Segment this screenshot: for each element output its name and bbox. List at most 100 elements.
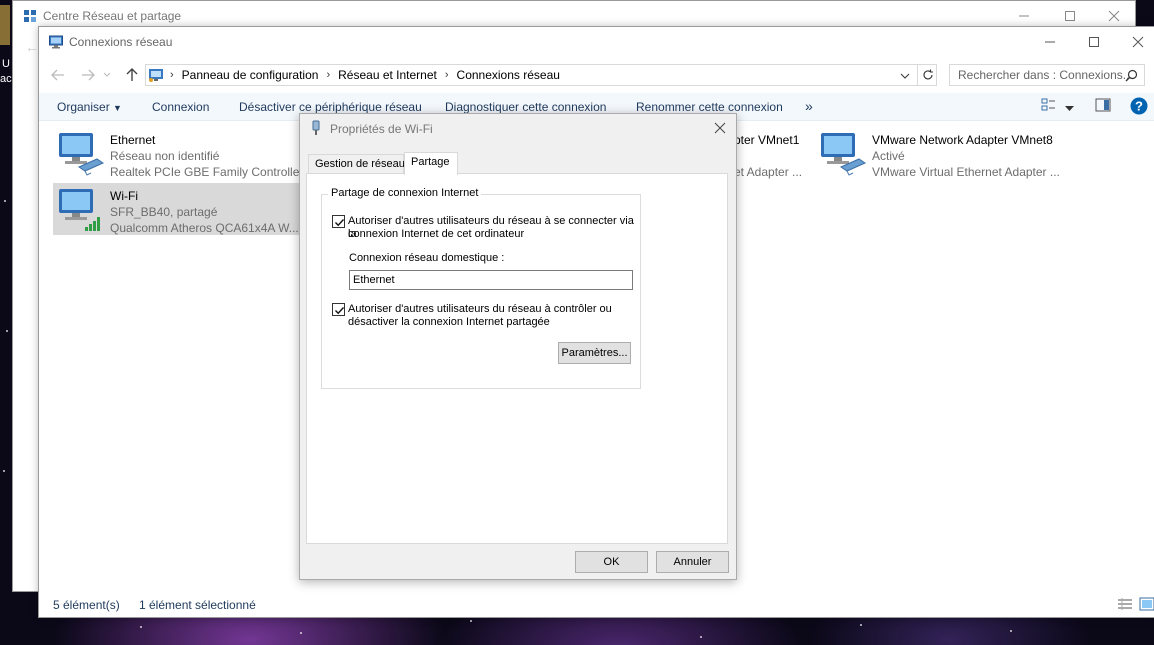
dialog-title: Propriétés de Wi-Fi [330, 122, 433, 136]
search-input[interactable]: Rechercher dans : Connexions... [949, 64, 1145, 86]
connection-name: pter VMnet1 [734, 133, 800, 147]
maximize-icon [1065, 11, 1075, 21]
breadcrumb-separator: › [326, 69, 331, 81]
allow-connect-checkbox[interactable] [332, 215, 345, 228]
control-panel-icon [149, 69, 163, 82]
address-bar[interactable]: › Panneau de configuration › Réseau et I… [145, 64, 937, 86]
close-icon [1108, 10, 1120, 22]
details-view-icon[interactable] [1117, 597, 1133, 611]
back-button[interactable] [47, 65, 69, 85]
arrow-right-icon [82, 69, 95, 81]
close-button[interactable] [1115, 27, 1154, 57]
svg-text:?: ? [1135, 99, 1143, 114]
close-icon [714, 122, 726, 134]
view-options-icon [1041, 98, 1055, 111]
breadcrumb-network-internet[interactable]: Réseau et Internet [338, 68, 437, 82]
selection-count: 1 élément sélectionné [139, 598, 256, 612]
home-connection-field[interactable]: Ethernet [349, 270, 633, 290]
chevron-down-icon [103, 72, 111, 77]
tab-sharing[interactable]: Partage [404, 152, 458, 175]
preview-pane-icon [1095, 98, 1111, 112]
checkmark-icon [335, 219, 345, 227]
allow-control-label-line1: Autoriser d'autres utilisateurs du résea… [348, 303, 612, 315]
status-bar: 5 élément(s) 1 élément sélectionné [39, 593, 1154, 617]
cancel-button[interactable]: Annuler [656, 551, 729, 573]
refresh-button[interactable] [917, 64, 937, 86]
breadcrumb-network-connections[interactable]: Connexions réseau [457, 68, 560, 82]
wifi-properties-dialog: Propriétés de Wi-Fi Gestion de réseau Pa… [299, 113, 737, 580]
wifi-properties-icon [312, 120, 320, 135]
recent-dropdown[interactable] [101, 65, 113, 85]
home-connection-label: Connexion réseau domestique : [349, 252, 505, 264]
connection-status: SFR_BB40, partagé [110, 205, 218, 219]
back-window-title: Centre Réseau et partage [43, 9, 182, 23]
breadcrumb-separator: › [170, 69, 174, 81]
connect-button[interactable]: Connexion [152, 100, 209, 114]
desktop-label: ac [0, 73, 12, 85]
up-button[interactable] [121, 65, 143, 85]
connection-name: Wi-Fi [110, 189, 138, 203]
forward-button[interactable] [77, 65, 99, 85]
maximize-icon [1089, 37, 1099, 47]
ethernet-adapter-icon [59, 133, 105, 176]
connection-name: Ethernet [110, 133, 156, 147]
large-icons-view-icon[interactable] [1139, 597, 1154, 611]
close-icon [1132, 36, 1144, 48]
address-row: › Panneau de configuration › Réseau et I… [39, 63, 1154, 87]
maximize-button[interactable] [1071, 27, 1117, 57]
minimize-icon [1045, 41, 1055, 43]
view-dropdown[interactable] [1065, 101, 1074, 115]
desktop-label: U [2, 58, 10, 70]
minimize-icon [1019, 15, 1029, 17]
preview-pane-button[interactable] [1095, 97, 1111, 116]
ok-button[interactable]: OK [575, 551, 648, 573]
settings-button[interactable]: Paramètres... [558, 342, 631, 364]
connection-name: VMware Network Adapter VMnet8 [872, 133, 1053, 147]
address-dropdown-icon[interactable] [900, 73, 910, 79]
allow-control-checkbox[interactable] [332, 303, 345, 316]
wifi-adapter-icon [59, 189, 100, 231]
back-arrow-icon: ← [25, 39, 39, 55]
item-count: 5 élément(s) [53, 598, 120, 612]
connection-device: VMware Virtual Ethernet Adapter ... [872, 165, 1060, 179]
rename-button[interactable]: Renommer cette connexion [636, 100, 783, 114]
search-icon [1125, 69, 1138, 82]
network-connections-icon [49, 35, 63, 49]
connection-status: Activé [872, 149, 905, 163]
more-commands-button[interactable]: » [805, 98, 813, 114]
search-placeholder: Rechercher dans : Connexions... [958, 68, 1133, 82]
breadcrumb-control-panel[interactable]: Panneau de configuration [182, 68, 319, 82]
allow-control-label-line2: désactiver la connexion Internet partagé… [348, 316, 550, 328]
help-icon: ? [1130, 97, 1148, 115]
sharing-panel: Partage de connexion Internet Autoriser … [306, 173, 728, 544]
tab-network[interactable]: Gestion de réseau [308, 154, 405, 174]
dialog-close-button[interactable] [712, 120, 728, 136]
disable-device-button[interactable]: Désactiver ce périphérique réseau [239, 100, 422, 114]
folder-icon [0, 5, 10, 45]
diagnose-button[interactable]: Diagnostiquer cette connexion [445, 100, 606, 114]
refresh-icon [923, 69, 933, 80]
minimize-button[interactable] [1027, 27, 1073, 57]
main-window-title: Connexions réseau [69, 35, 173, 49]
arrow-up-icon [126, 68, 138, 81]
help-button[interactable]: ? [1130, 97, 1148, 118]
checkmark-icon [335, 307, 345, 315]
connection-device: Realtek PCIe GBE Family Controller [110, 165, 304, 179]
network-center-icon [24, 10, 36, 22]
connection-item-wifi[interactable]: Wi-Fi SFR_BB40, partagé Qualcomm Atheros… [53, 183, 305, 235]
network-adapter-icon [821, 133, 867, 176]
allow-connect-label-line2: connexion Internet de cet ordinateur [348, 228, 525, 240]
connection-item-ethernet[interactable]: Ethernet Réseau non identifié Realtek PC… [53, 127, 303, 179]
organize-menu[interactable]: Organiser ▼ [57, 100, 122, 114]
breadcrumb-separator: › [444, 69, 449, 81]
change-view-button[interactable] [1041, 97, 1057, 116]
desktop-icon-labels: U ac [0, 0, 12, 120]
main-window-titlebar[interactable]: Connexions réseau [39, 27, 1154, 57]
connection-device: Qualcomm Atheros QCA61x4A W... [110, 221, 299, 235]
ics-groupbox: Partage de connexion Internet Autoriser … [321, 187, 641, 389]
ics-group-title: Partage de connexion Internet [328, 187, 482, 199]
connection-device: et Adapter ... [734, 165, 803, 179]
chevron-down-icon [1065, 106, 1074, 111]
arrow-left-icon [51, 69, 64, 81]
connection-item-vmnet8[interactable]: VMware Network Adapter VMnet8 Activé VMw… [815, 127, 1075, 179]
